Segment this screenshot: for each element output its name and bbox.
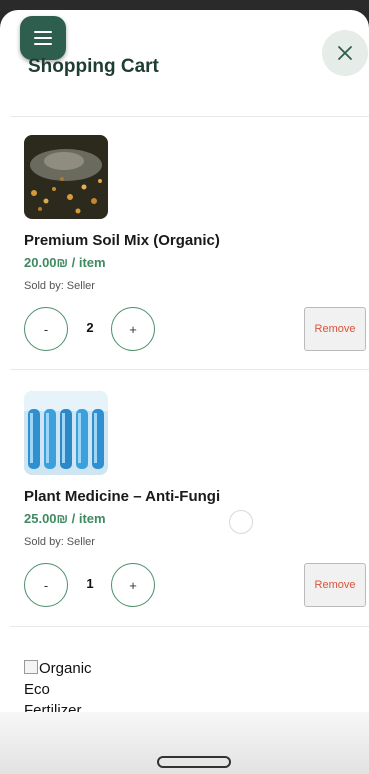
- decrement-button[interactable]: -: [24, 307, 68, 351]
- seller-label: Sold by: Seller: [24, 536, 95, 548]
- remove-button[interactable]: Remove: [304, 307, 366, 351]
- increment-button[interactable]: +: [111, 307, 155, 351]
- divider: [10, 626, 369, 627]
- increment-button[interactable]: +: [111, 563, 155, 607]
- touch-indicator: [229, 510, 253, 534]
- home-gesture-handle[interactable]: [157, 756, 231, 768]
- close-button[interactable]: [322, 30, 368, 76]
- divider: [10, 369, 369, 370]
- product-image: [24, 135, 108, 219]
- menu-button[interactable]: [20, 16, 66, 60]
- app-screen: Shopping Cart Premium Soil Mix (Organic)…: [0, 10, 369, 774]
- close-icon: [338, 46, 352, 60]
- header: Shopping Cart: [0, 10, 369, 118]
- product-name: Plant Medicine – Anti-Fungi: [24, 488, 221, 505]
- quantity-value: 2: [86, 320, 94, 335]
- product-price: 20.00₪ / item: [24, 255, 106, 270]
- quantity-value: 1: [86, 576, 94, 591]
- decrement-button[interactable]: -: [24, 563, 68, 607]
- divider: [10, 116, 369, 117]
- broken-image-icon: [24, 660, 38, 674]
- seller-label: Sold by: Seller: [24, 280, 95, 292]
- product-price: 25.00₪ / item: [24, 511, 106, 526]
- product-image: [24, 391, 108, 475]
- remove-button[interactable]: Remove: [304, 563, 366, 607]
- hamburger-menu-icon: [34, 31, 52, 45]
- page-title: Shopping Cart: [28, 56, 159, 77]
- product-name: Premium Soil Mix (Organic): [24, 232, 220, 249]
